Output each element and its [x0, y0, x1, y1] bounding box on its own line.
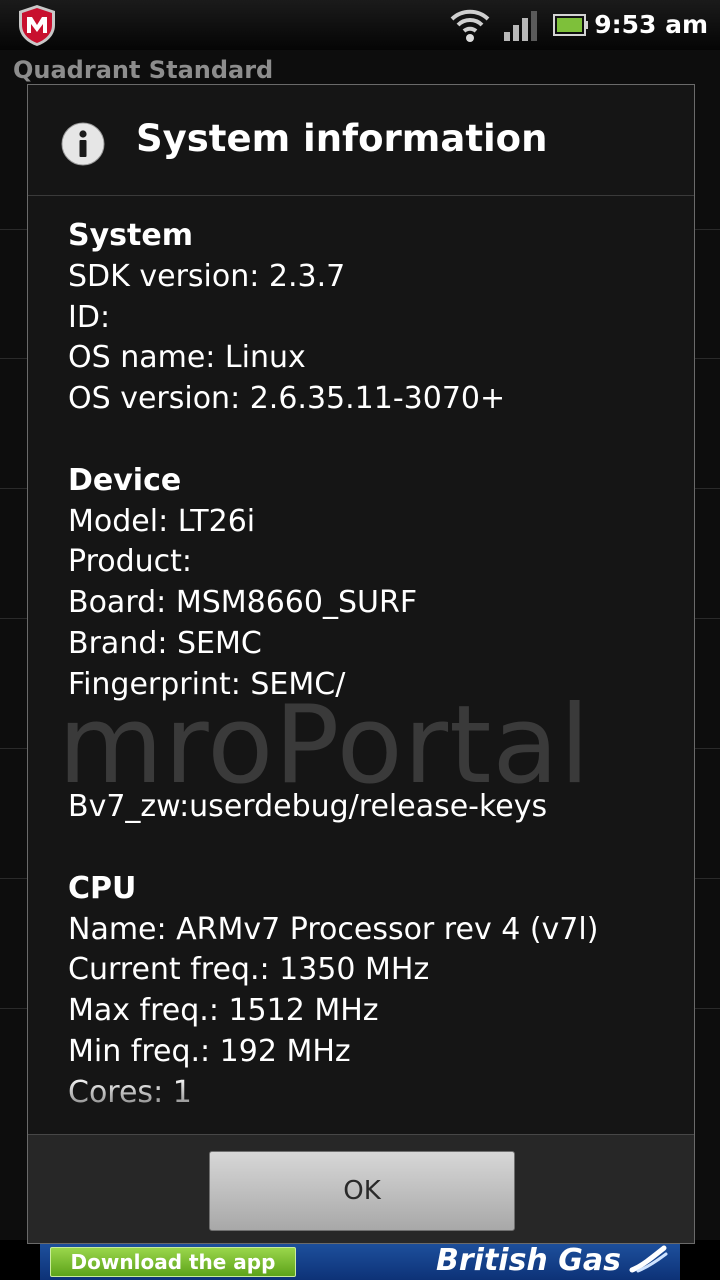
ad-banner[interactable]: Download the app British Gas	[40, 1244, 680, 1280]
system-id: ID:	[68, 299, 111, 335]
dialog-button-bar: OK	[28, 1134, 694, 1243]
device-brand: Brand: SEMC	[68, 625, 262, 661]
sdk-version: SDK version: 2.3.7	[68, 258, 346, 294]
download-app-button[interactable]: Download the app	[50, 1247, 296, 1277]
cpu-current-freq: Current freq.: 1350 MHz	[68, 952, 430, 988]
wifi-icon	[450, 9, 490, 42]
dialog-header: System information	[28, 85, 694, 195]
redacted-area	[68, 706, 688, 788]
battery-icon	[553, 14, 588, 36]
mcafee-icon[interactable]	[16, 3, 58, 47]
device-fingerprint-continued: Bv7_zw:userdebug/release-keys	[68, 789, 548, 825]
dialog-title: System information	[136, 117, 548, 160]
os-name: OS name: Linux	[68, 340, 306, 376]
system-info-text: System SDK version: 2.3.7 ID: OS name: L…	[68, 216, 688, 1114]
ok-button[interactable]: OK	[209, 1151, 515, 1231]
ad-brand-logo: British Gas	[436, 1244, 621, 1278]
device-model: Model: LT26i	[68, 503, 256, 539]
cpu-min-freq: Min freq.: 192 MHz	[68, 1033, 351, 1069]
system-information-dialog: System information mroPortal System SDK …	[27, 84, 695, 1244]
status-bar: 9:53 am	[0, 0, 720, 50]
section-heading-device: Device	[68, 462, 182, 498]
info-icon	[61, 122, 105, 166]
dialog-scroll-content[interactable]: mroPortal System SDK version: 2.3.7 ID: …	[28, 196, 694, 1134]
cpu-name: Name: ARMv7 Processor rev 4 (v7l)	[68, 911, 599, 947]
os-version: OS version: 2.6.35.11-3070+	[68, 381, 506, 417]
device-product: Product:	[68, 544, 193, 580]
cpu-cores: Cores: 1	[68, 1074, 192, 1110]
cpu-max-freq: Max freq.: 1512 MHz	[68, 993, 379, 1029]
section-heading-cpu: CPU	[68, 870, 137, 906]
device-board: Board: MSM8660_SURF	[68, 585, 418, 621]
app-title: Quadrant Standard	[13, 56, 274, 84]
status-clock: 9:53 am	[594, 10, 708, 39]
flame-icon	[629, 1245, 668, 1273]
device-fingerprint: Fingerprint: SEMC/	[68, 666, 346, 702]
section-heading-system: System	[68, 218, 193, 253]
signal-icon	[504, 11, 537, 41]
